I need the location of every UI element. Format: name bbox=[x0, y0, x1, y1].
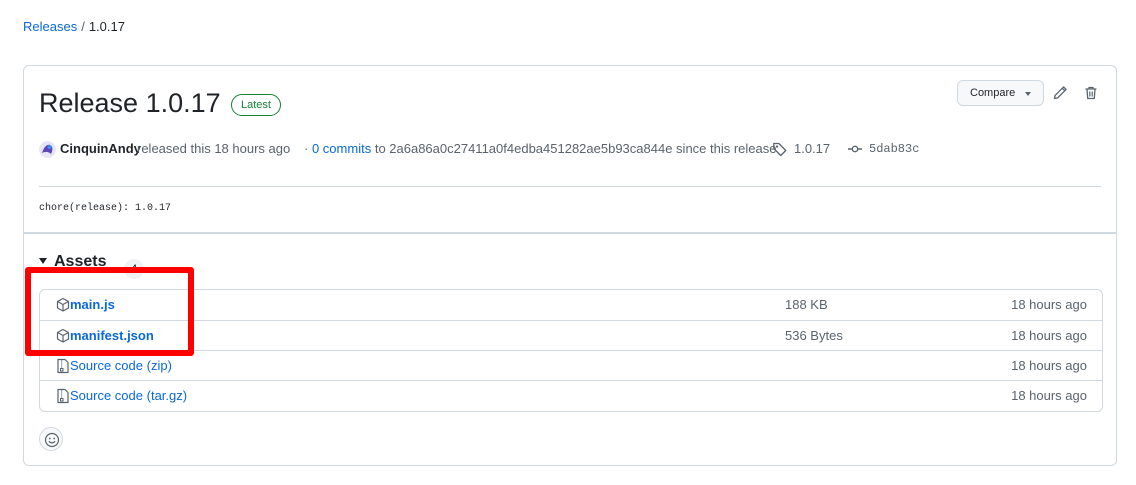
tag-icon bbox=[773, 142, 787, 157]
asset-row: Source code (zip) 18 hours ago bbox=[40, 350, 1102, 380]
asset-name: Source code bbox=[70, 388, 143, 403]
asset-size: 536 Bytes bbox=[785, 328, 843, 343]
commit-sha-link[interactable]: 5dab83c bbox=[869, 139, 919, 159]
assets-list: main.js 188 KB 18 hours ago manifest.jso… bbox=[39, 289, 1103, 412]
commits-info: · 0 commits to 2a6a86a0c27411a0f4edba451… bbox=[304, 139, 777, 159]
asset-time: 18 hours ago bbox=[1011, 358, 1087, 373]
breadcrumb: Releases /1.0.17 bbox=[23, 18, 125, 36]
breadcrumb-current: 1.0.17 bbox=[88, 19, 125, 34]
asset-size: 188 KB bbox=[785, 297, 828, 312]
package-icon bbox=[56, 328, 70, 343]
author-link[interactable]: CinquinAndy bbox=[60, 139, 141, 159]
asset-time: 18 hours ago bbox=[1011, 297, 1087, 312]
asset-row: manifest.json 536 Bytes 18 hours ago bbox=[40, 320, 1102, 350]
asset-link-source-targz[interactable]: Source code (tar.gz) bbox=[70, 387, 187, 405]
divider bbox=[39, 186, 1101, 187]
commits-dot: · bbox=[304, 141, 309, 156]
asset-name: manifest.json bbox=[70, 328, 154, 343]
asset-name: main.js bbox=[70, 297, 115, 312]
pencil-icon[interactable] bbox=[1052, 85, 1068, 101]
assets-toggle[interactable]: Assets bbox=[39, 251, 106, 273]
assets-title: Assets bbox=[54, 253, 107, 270]
asset-name: Source code bbox=[70, 358, 143, 373]
breadcrumb-releases-link[interactable]: Releases bbox=[23, 19, 77, 34]
release-title: Release 1.0.17 bbox=[39, 88, 221, 118]
assets-count-badge: 4 bbox=[124, 259, 144, 279]
compare-button[interactable]: Compare bbox=[957, 80, 1044, 106]
add-reaction-button[interactable] bbox=[39, 427, 63, 451]
asset-row: main.js 188 KB 18 hours ago bbox=[40, 290, 1102, 320]
divider bbox=[24, 232, 1116, 234]
release-body: chore(release): 1.0.17 bbox=[39, 203, 172, 214]
release-card: Release 1.0.17 Latest Compare CinquinAnd… bbox=[23, 65, 1117, 466]
asset-suffix: (tar.gz) bbox=[146, 388, 188, 403]
chevron-down-icon bbox=[1025, 92, 1031, 96]
file-zip-icon bbox=[57, 358, 69, 374]
asset-link-manifest-json[interactable]: manifest.json bbox=[70, 327, 154, 345]
asset-row: Source code (tar.gz) 18 hours ago bbox=[40, 380, 1102, 410]
git-commit-icon bbox=[848, 145, 862, 153]
asset-link-source-zip[interactable]: Source code (zip) bbox=[70, 357, 172, 375]
commits-suffix: to 2a6a86a0c27411a0f4edba451282ae5b93ca8… bbox=[374, 141, 777, 156]
smiley-icon bbox=[44, 432, 60, 448]
triangle-down-icon bbox=[39, 258, 47, 264]
trash-icon[interactable] bbox=[1083, 85, 1099, 101]
asset-time: 18 hours ago bbox=[1011, 388, 1087, 403]
avatar[interactable] bbox=[39, 141, 56, 158]
compare-label: Compare bbox=[970, 87, 1016, 99]
asset-link-main-js[interactable]: main.js bbox=[70, 296, 115, 314]
asset-time: 18 hours ago bbox=[1011, 328, 1087, 343]
tag-link[interactable]: 1.0.17 bbox=[794, 139, 830, 159]
breadcrumb-separator: / bbox=[81, 19, 85, 34]
asset-suffix: (zip) bbox=[146, 358, 172, 373]
commits-link[interactable]: 0 commits bbox=[312, 141, 371, 156]
file-zip-icon bbox=[57, 388, 69, 404]
package-icon bbox=[56, 297, 70, 312]
released-text: released this 18 hours ago bbox=[137, 141, 291, 156]
latest-badge: Latest bbox=[231, 94, 281, 116]
